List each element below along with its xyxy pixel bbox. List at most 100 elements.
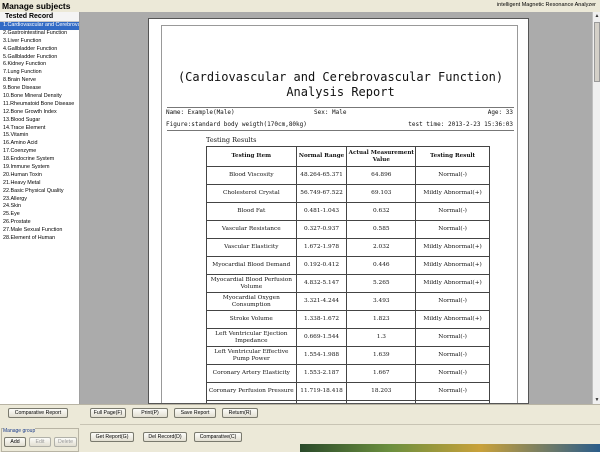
table-cell: Vascular Resistance: [206, 220, 297, 239]
table-cell: Vascular Elasticity: [206, 238, 297, 257]
table-cell: 0.327-0.937: [295, 220, 348, 239]
table-cell: Stroke Volume: [206, 310, 297, 329]
table-cell: Mildly Abnormal(+): [415, 184, 490, 203]
sidebar-record-item[interactable]: 7.Lung Function: [0, 69, 79, 77]
table-row: Cholesterol Crystal 56.749-67.522 69.103 Mi…: [206, 184, 490, 203]
table-cell: Left Ventricular Effective Pump Power: [206, 346, 297, 365]
table-cell: Mildly Abnormal(+): [415, 238, 490, 257]
divider: [167, 107, 514, 108]
table-cell: Left Ventricular Ejection Impedance: [206, 328, 297, 347]
table-cell: Normal(-): [415, 292, 490, 311]
table-cell: Normal(-): [415, 328, 490, 347]
table-row: Myocardial Oxygen Consumption 3.321-4.244…: [206, 292, 490, 311]
sidebar-record-item[interactable]: 8.Brain Nerve: [0, 77, 79, 85]
sidebar-record-item[interactable]: 19.Immune System: [0, 164, 79, 172]
subject-figure: Figure:standard body weigth(170cm,80kg): [166, 121, 307, 128]
subject-age: Age: 33: [487, 109, 513, 116]
comparative-button[interactable]: Comparative(C): [194, 432, 242, 442]
tested-record-list: 1.Cardiovascular and Cerebrovascular Fun…: [0, 22, 79, 243]
table-cell: 69.103: [346, 184, 417, 203]
table-row: Vascular Elasticity 1.672-1.978 2.032 Mildl…: [206, 238, 490, 257]
sidebar-record-item[interactable]: 27.Male Sexual Function: [0, 227, 79, 235]
column-header: Testing Item: [206, 146, 297, 167]
sidebar-record-item[interactable]: 24.Skin: [0, 203, 79, 211]
add-button[interactable]: Add: [4, 437, 26, 447]
table-cell: Myocardial Blood Perfusion Volume: [206, 274, 297, 293]
table-cell: 11.719-18.418: [295, 382, 348, 401]
print-button[interactable]: Print(P): [132, 408, 168, 418]
table-row: Blood Fat 0.481-1.043 0.632 Normal(-): [206, 202, 490, 221]
sidebar-record-item[interactable]: 13.Blood Sugar: [0, 117, 79, 125]
report-viewer: (Cardiovascular and Cerebrovascular Func…: [80, 12, 600, 404]
sidebar-record-item[interactable]: 2.Gastrointestinal Function: [0, 30, 79, 38]
sidebar-record-item[interactable]: 20.Human Toxin: [0, 172, 79, 180]
table-cell: Coronary Artery Elasticity: [206, 364, 297, 383]
del-record-button[interactable]: Del Record(D): [143, 432, 187, 442]
sidebar-record-item[interactable]: 11.Rheumatoid Bone Disease: [0, 101, 79, 109]
sidebar-record-item[interactable]: 5.Gallbladder Function: [0, 54, 79, 62]
table-row: Coronary Perfusion Pressure 11.719-18.418…: [206, 382, 490, 401]
sidebar-record-item[interactable]: 28.Element of Human: [0, 235, 79, 243]
sidebar-record-item[interactable]: 18.Endocrine System: [0, 156, 79, 164]
table-header-row: Testing Item Normal Range Actual Measure…: [206, 146, 490, 167]
report-frame: (Cardiovascular and Cerebrovascular Func…: [161, 25, 519, 403]
column-header: Normal Range: [295, 146, 348, 167]
subject-sex: Sex: Male: [314, 109, 347, 116]
toolbar-divider: [80, 424, 600, 425]
tested-record-sidebar: Tested Record 1.Cardiovascular and Cereb…: [0, 12, 80, 404]
delete-button[interactable]: Delete: [54, 437, 77, 447]
sidebar-record-item[interactable]: 21.Heavy Metal: [0, 180, 79, 188]
sidebar-record-item[interactable]: 6.Kidney Function: [0, 61, 79, 69]
table-cell: 1.554-1.988: [295, 346, 348, 365]
table-cell: Mildly Abnormal(+): [415, 256, 490, 275]
table-cell: Mildly Abnormal(+): [415, 274, 490, 293]
sidebar-record-item[interactable]: 26.Prostate: [0, 219, 79, 227]
app-brand-label: intelligent Magnetic Resonance Analyzer: [496, 2, 596, 8]
sidebar-record-item[interactable]: 17.Coenzyme: [0, 148, 79, 156]
table-cell: 64.896: [346, 166, 417, 185]
table-cell: 1.553-2.187: [295, 364, 348, 383]
table-cell: 48.264-65.371: [295, 166, 348, 185]
scrollbar-thumb[interactable]: [594, 22, 600, 82]
save-report-button[interactable]: Save Report: [174, 408, 216, 418]
full-page-button[interactable]: Full Page(F): [90, 408, 126, 418]
report-title: (Cardiovascular and Cerebrovascular Func…: [162, 70, 519, 100]
table-cell: 5.265: [346, 274, 417, 293]
report-page: (Cardiovascular and Cerebrovascular Func…: [148, 18, 529, 404]
vertical-scrollbar[interactable]: ▲ ▼: [592, 12, 600, 404]
test-time: test time: 2013-2-23 15:36:03: [408, 121, 513, 128]
comparative-report-button[interactable]: Comparative Report: [8, 408, 68, 418]
table-cell: 0.481-1.043: [295, 202, 348, 221]
title-bar: Manage subjects intelligent Magnetic Res…: [0, 0, 600, 12]
sidebar-record-item[interactable]: 14.Trace Element: [0, 125, 79, 133]
sidebar-record-item[interactable]: 12.Bone Growth Index: [0, 109, 79, 117]
testing-results-label: Testing Results: [206, 136, 257, 144]
return-button[interactable]: Return(R): [222, 408, 258, 418]
table-cell: Cholesterol Crystal: [206, 184, 297, 203]
table-cell: Normal(-): [415, 220, 490, 239]
sidebar-record-item[interactable]: 10.Bone Mineral Density: [0, 93, 79, 101]
results-table: Testing Item Normal Range Actual Measure…: [206, 146, 490, 403]
table-cell: Normal(-): [415, 346, 490, 365]
sidebar-record-item[interactable]: 16.Amino Acid: [0, 140, 79, 148]
sidebar-record-item[interactable]: 25.Eye: [0, 211, 79, 219]
sidebar-record-item[interactable]: 15.Vitamin: [0, 132, 79, 140]
table-cell: Normal(-): [415, 364, 490, 383]
window-title: Manage subjects: [2, 1, 71, 11]
table-cell: 0.585: [346, 220, 417, 239]
table-cell: Blood Viscosity: [206, 166, 297, 185]
sidebar-record-item[interactable]: 3.Liver Function: [0, 38, 79, 46]
divider: [167, 130, 514, 131]
scroll-up-arrow-icon[interactable]: ▲: [593, 12, 600, 20]
table-row: Myocardial Blood Perfusion Volume 4.832-5…: [206, 274, 490, 293]
table-cell: 1.672-1.978: [295, 238, 348, 257]
get-report-button[interactable]: Get Report(G): [90, 432, 134, 442]
sidebar-record-item[interactable]: 1.Cardiovascular and Cerebrovascular Fun…: [0, 22, 79, 30]
sidebar-record-item[interactable]: 4.Gallbladder Function: [0, 46, 79, 54]
sidebar-record-item[interactable]: 23.Allergy: [0, 196, 79, 204]
sidebar-record-item[interactable]: 9.Bone Disease: [0, 85, 79, 93]
edit-button[interactable]: Edit: [29, 437, 51, 447]
table-cell: Coronary Perfusion Pressure: [206, 382, 297, 401]
scroll-down-arrow-icon[interactable]: ▼: [593, 396, 600, 404]
sidebar-record-item[interactable]: 22.Basic Physical Quality: [0, 188, 79, 196]
